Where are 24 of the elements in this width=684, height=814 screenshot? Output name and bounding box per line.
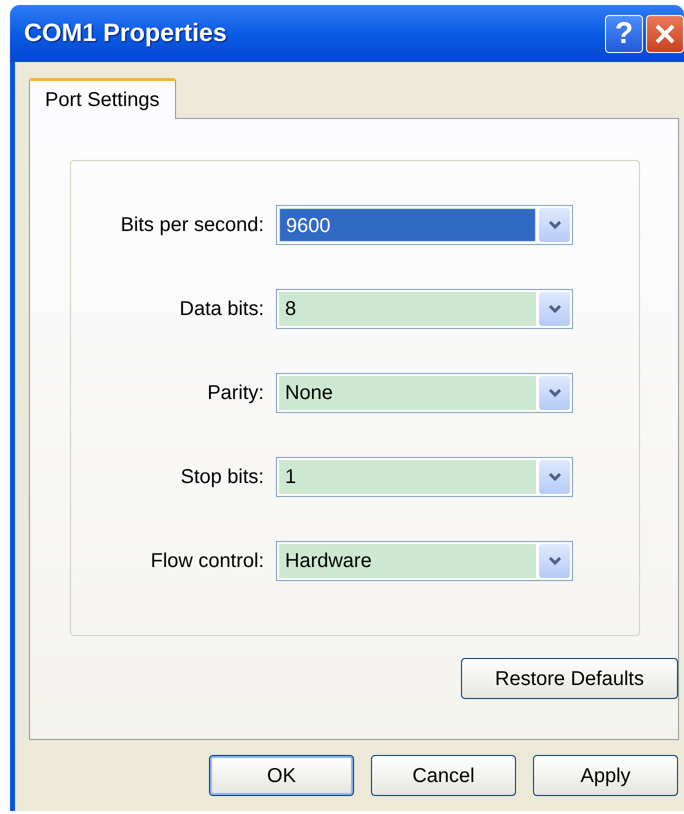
dropdown-value: 8 — [279, 292, 536, 326]
dropdown-value: None — [279, 376, 536, 410]
field-label: Data bits: — [178, 297, 265, 322]
field-label: Bits per second: — [120, 213, 265, 238]
tab[interactable]: Port Settings — [29, 78, 176, 119]
help-button[interactable]: ? — [605, 14, 643, 52]
dropdown-value: Hardware — [279, 544, 536, 578]
dialog-button[interactable]: Cancel — [371, 755, 516, 796]
field-label: Flow control: — [150, 549, 265, 574]
close-button[interactable] — [646, 14, 684, 52]
dropdown[interactable]: 1 — [276, 457, 573, 497]
restore-defaults-button[interactable]: Restore Defaults — [461, 658, 678, 699]
dropdown[interactable]: 9600 — [276, 205, 573, 245]
dropdown-value: 9600 — [279, 208, 536, 242]
close-icon — [653, 22, 677, 46]
dropdown[interactable]: 8 — [276, 289, 573, 329]
dropdown-value: 1 — [279, 460, 536, 494]
dropdown[interactable]: Hardware — [276, 541, 573, 581]
dropdown[interactable]: None — [276, 373, 573, 413]
field-label: Stop bits: — [180, 465, 265, 490]
window-title: COM1 Properties — [24, 18, 228, 49]
dialog-button[interactable]: OK — [209, 755, 354, 796]
field-label: Parity: — [206, 381, 265, 406]
dialog-button[interactable]: Apply — [533, 755, 678, 796]
